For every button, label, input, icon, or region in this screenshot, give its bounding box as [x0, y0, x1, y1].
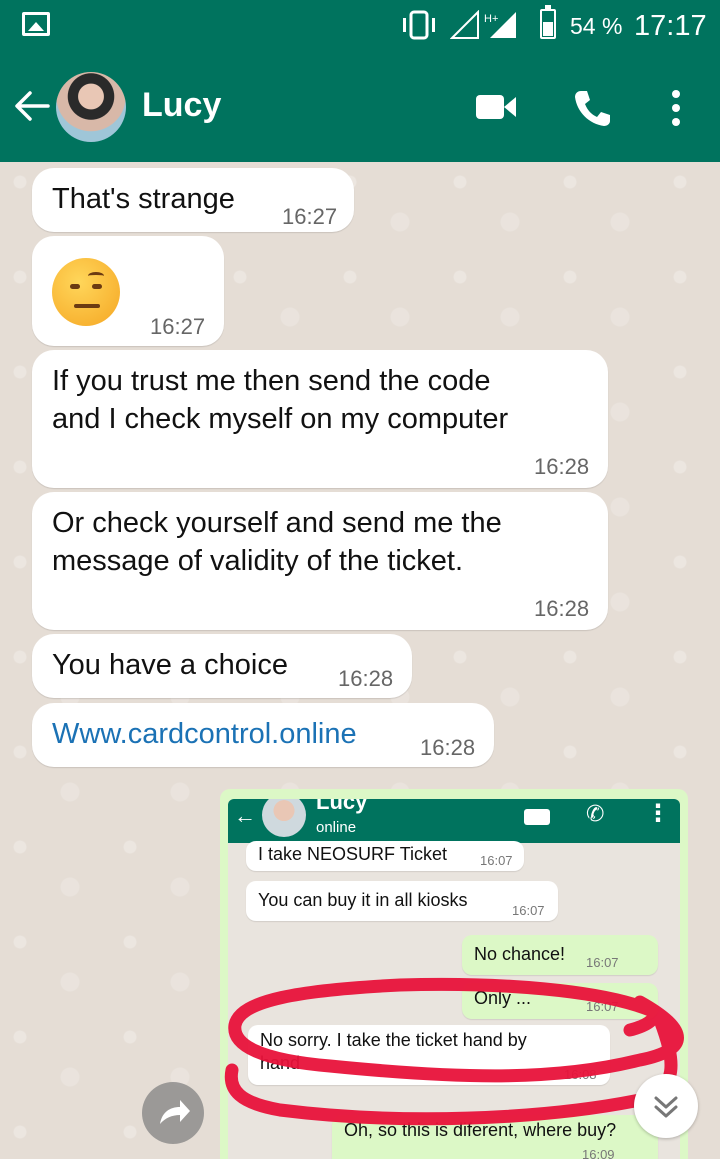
- phone-call-icon: ✆: [586, 801, 605, 826]
- message-bubble[interactable]: That's strange 16:27: [32, 168, 354, 232]
- back-arrow-icon[interactable]: [14, 88, 50, 124]
- screenshot-message-time: 16:08: [564, 1067, 597, 1082]
- screenshot-message-time: 16:07: [586, 955, 619, 970]
- message-text-line: message of validity of the ticket.: [52, 545, 464, 577]
- screenshot-contact-name: Lucy: [316, 799, 368, 814]
- svg-text:H+: H+: [484, 13, 498, 25]
- chat-area[interactable]: That's strange 16:27 16:27 If you trust …: [0, 162, 720, 1159]
- screenshot-message-text: I take NEOSURF Ticket: [258, 844, 448, 864]
- forward-share-button[interactable]: [142, 1082, 204, 1144]
- screenshot-message-text: No chance!: [474, 944, 566, 964]
- screenshot-header: ← Lucy online ✆ ⋮: [228, 799, 680, 843]
- avatar: [262, 799, 306, 837]
- screenshot-message-text: Only ...: [474, 988, 532, 1008]
- message-time: 16:27: [282, 204, 338, 229]
- share-arrow-icon: [160, 1100, 190, 1124]
- screenshot-message: No sorry. I take the ticket hand by hand…: [248, 1025, 610, 1085]
- contact-name[interactable]: Lucy: [142, 86, 221, 125]
- screenshot-message-text: hand: [260, 1053, 301, 1073]
- back-arrow-icon: ←: [234, 803, 256, 828]
- message-bubble[interactable]: If you trust me then send the code and I…: [32, 350, 608, 488]
- screenshot-message-text: Oh, so this is diferent, where buy?: [344, 1120, 617, 1140]
- chat-header: Lucy: [0, 52, 720, 162]
- message-bubble[interactable]: 16:27: [32, 236, 224, 346]
- screenshot-message: No chance! 16:07: [462, 935, 658, 975]
- more-options-icon[interactable]: [666, 88, 686, 128]
- more-options-icon: ⋮: [646, 800, 670, 827]
- message-time: 16:27: [150, 314, 206, 339]
- message-bubble[interactable]: Www.cardcontrol.online 16:28: [32, 703, 494, 767]
- video-call-icon: [524, 809, 550, 825]
- screenshot-message: Oh, so this is diferent, where buy? 16:0…: [332, 1115, 658, 1159]
- screenshot-message-time: 16:07: [586, 999, 619, 1014]
- image-message[interactable]: ← Lucy online ✆ ⋮ I take NEOSURF Ticket …: [220, 789, 688, 1159]
- signal-icon: H+: [450, 10, 516, 39]
- screenshot-message-time: 16:09: [582, 1147, 615, 1159]
- message-text-line: If you trust me then send the code: [52, 365, 491, 397]
- video-call-icon[interactable]: [474, 92, 518, 122]
- message-bubble[interactable]: You have a choice 16:28: [32, 634, 412, 698]
- message-link[interactable]: Www.cardcontrol.online: [52, 715, 357, 753]
- screenshot-message: I take NEOSURF Ticket 16:07: [246, 841, 524, 871]
- screenshot-message-time: 16:07: [480, 853, 513, 868]
- message-text: You have a choice: [52, 649, 288, 681]
- screenshot-message: Only ... 16:07: [462, 983, 658, 1019]
- contact-avatar[interactable]: [56, 72, 126, 142]
- screenshot-message: You can buy it in all kiosks 16:07: [246, 881, 558, 921]
- double-chevron-down-icon: [654, 1096, 678, 1118]
- vibrate-icon: [403, 10, 435, 40]
- message-time: 16:28: [338, 666, 394, 691]
- screenshot-contact-status: online: [316, 819, 357, 836]
- message-text: That's strange: [52, 183, 235, 215]
- phone-call-icon[interactable]: [572, 88, 612, 128]
- gallery-notification-icon: [22, 12, 50, 36]
- message-time: 16:28: [534, 596, 590, 621]
- screenshot-image: ← Lucy online ✆ ⋮ I take NEOSURF Ticket …: [228, 799, 680, 1159]
- battery-icon: [540, 5, 556, 39]
- message-bubble[interactable]: Or check yourself and send me the messag…: [32, 492, 608, 630]
- message-text-line: and I check myself on my computer: [52, 403, 509, 435]
- screenshot-message-text: You can buy it in all kiosks: [258, 890, 468, 910]
- message-time: 16:28: [420, 735, 476, 760]
- screenshot-message-time: 16:07: [512, 903, 545, 918]
- message-time: 16:28: [534, 454, 590, 479]
- raised-eyebrow-emoji-icon: [52, 258, 120, 326]
- battery-percent: 54 %: [570, 13, 623, 39]
- scroll-to-bottom-button[interactable]: [634, 1074, 698, 1138]
- screenshot-message-text: No sorry. I take the ticket hand by: [260, 1030, 527, 1050]
- message-text-line: Or check yourself and send me the: [52, 507, 502, 539]
- status-bar: H+ 54 % 17:17: [0, 0, 720, 52]
- clock: 17:17: [634, 10, 707, 42]
